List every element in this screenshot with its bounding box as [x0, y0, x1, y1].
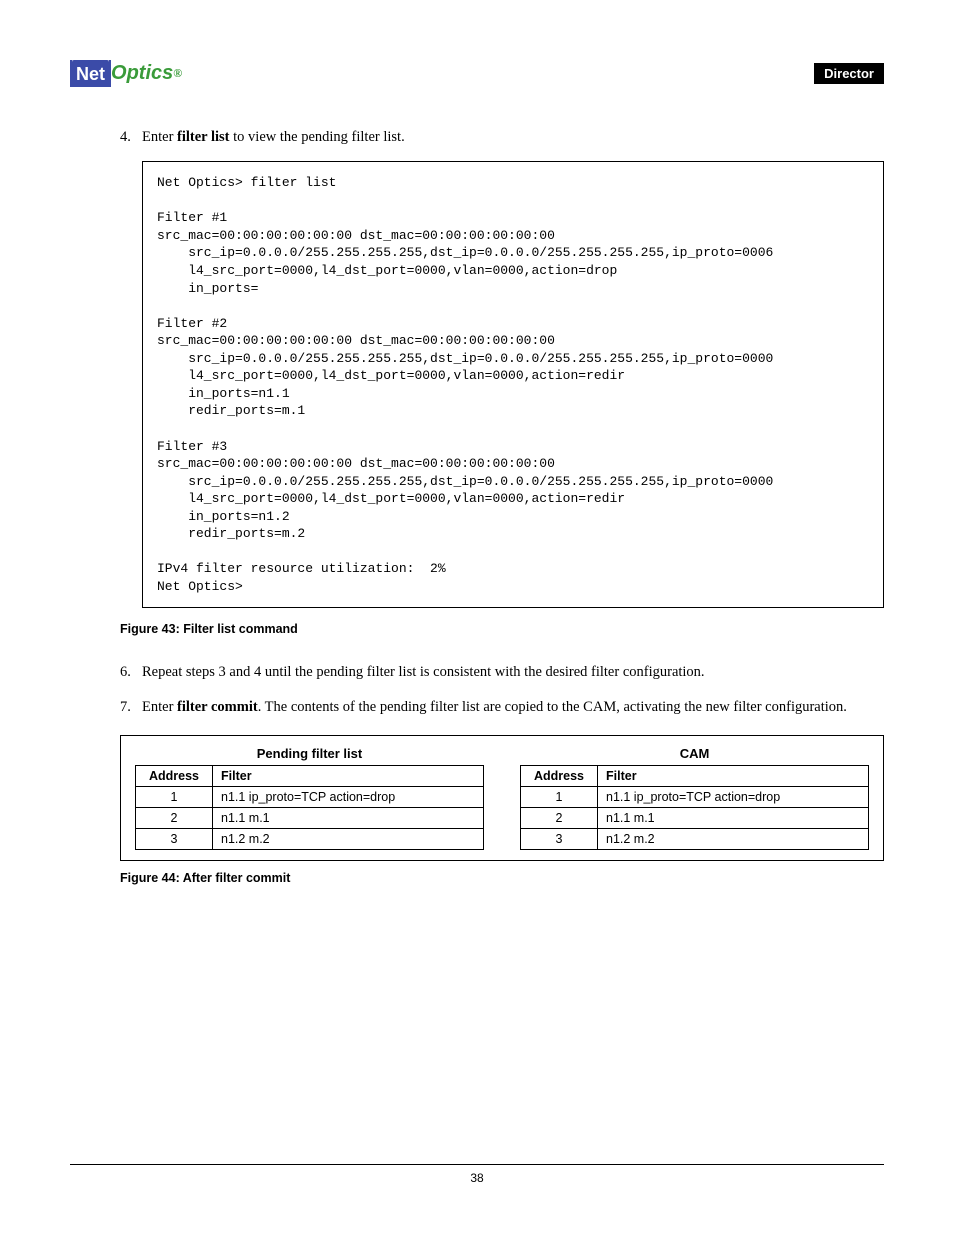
cam-table: Address Filter 1n1.1 ip_proto=TCP action…: [520, 765, 869, 850]
table-title: Pending filter list: [135, 746, 484, 761]
cell: 1: [521, 787, 598, 808]
cell: 2: [136, 808, 213, 829]
col-address: Address: [136, 766, 213, 787]
table-row: 1n1.1 ip_proto=TCP action=drop: [136, 787, 484, 808]
step-4: 4. Enter filter list to view the pending…: [120, 127, 884, 147]
step-6: 6. Repeat steps 3 and 4 until the pendin…: [120, 662, 884, 682]
col-filter: Filter: [598, 766, 869, 787]
logo-text: Optics: [111, 62, 173, 85]
cell: n1.2 m.2: [213, 829, 484, 850]
cell: n1.2 m.2: [598, 829, 869, 850]
figure-caption-43: Figure 43: Filter list command: [120, 622, 884, 636]
col-address: Address: [521, 766, 598, 787]
product-tag: Director: [814, 63, 884, 84]
step-number: 4.: [120, 127, 142, 147]
table-row: 2n1.1 m.1: [521, 808, 869, 829]
main-content: 4. Enter filter list to view the pending…: [120, 127, 884, 885]
step-text: Enter filter list to view the pending fi…: [142, 127, 405, 147]
table-header-row: Address Filter: [521, 766, 869, 787]
step-text: Enter filter commit. The contents of the…: [142, 697, 847, 717]
command-name: filter list: [177, 129, 229, 145]
cell: n1.1 ip_proto=TCP action=drop: [213, 787, 484, 808]
text: Enter: [142, 129, 177, 145]
table-row: 3n1.2 m.2: [136, 829, 484, 850]
text: . The contents of the pending filter lis…: [258, 699, 847, 715]
command-name: filter commit: [177, 699, 258, 715]
page: NetOptics® Director 4. Enter filter list…: [0, 0, 954, 1235]
step-number: 6.: [120, 662, 142, 682]
cell: n1.1 m.1: [213, 808, 484, 829]
step-number: 7.: [120, 697, 142, 717]
logo-registered: ®: [173, 66, 182, 81]
cell: n1.1 m.1: [598, 808, 869, 829]
logo-box: Net: [70, 60, 111, 87]
col-filter: Filter: [213, 766, 484, 787]
pending-filter-table-block: Pending filter list Address Filter 1n1.1…: [135, 746, 484, 850]
page-number: 38: [470, 1171, 483, 1185]
tables-container: Pending filter list Address Filter 1n1.1…: [120, 735, 884, 861]
pending-filter-table: Address Filter 1n1.1 ip_proto=TCP action…: [135, 765, 484, 850]
text: to view the pending filter list.: [230, 129, 405, 145]
figure-caption-44: Figure 44: After filter commit: [120, 871, 884, 885]
text: Enter: [142, 699, 177, 715]
cell: 2: [521, 808, 598, 829]
page-header: NetOptics® Director: [70, 60, 884, 87]
cam-table-block: CAM Address Filter 1n1.1 ip_proto=TCP ac…: [520, 746, 869, 850]
cell: 1: [136, 787, 213, 808]
brand-logo: NetOptics®: [70, 60, 182, 87]
table-row: 2n1.1 m.1: [136, 808, 484, 829]
cell: n1.1 ip_proto=TCP action=drop: [598, 787, 869, 808]
cell: 3: [521, 829, 598, 850]
table-header-row: Address Filter: [136, 766, 484, 787]
step-7: 7. Enter filter commit. The contents of …: [120, 697, 884, 717]
table-row: 3n1.2 m.2: [521, 829, 869, 850]
step-text: Repeat steps 3 and 4 until the pending f…: [142, 662, 705, 682]
cell: 3: [136, 829, 213, 850]
table-row: 1n1.1 ip_proto=TCP action=drop: [521, 787, 869, 808]
table-title: CAM: [520, 746, 869, 761]
page-footer: 38: [70, 1164, 884, 1185]
terminal-output: Net Optics> filter list Filter #1 src_ma…: [142, 161, 884, 608]
